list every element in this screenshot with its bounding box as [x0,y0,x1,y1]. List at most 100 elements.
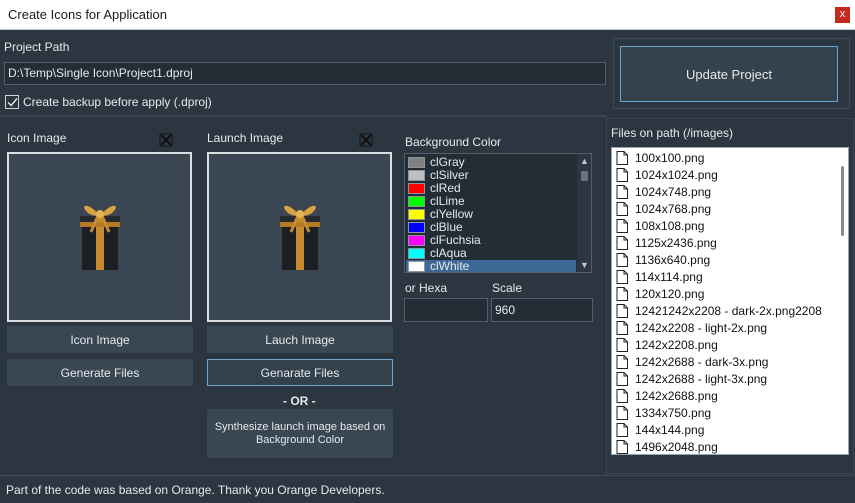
backup-checkbox[interactable] [5,95,19,109]
scale-input[interactable]: 960 [491,298,593,322]
color-swatch [408,235,425,246]
icon-image-button[interactable]: Icon Image [7,326,193,353]
files-scroll-thumb[interactable] [841,166,844,236]
color-swatch [408,196,425,207]
file-item[interactable]: 1496x2048.png [612,438,848,454]
icon-image-label: Icon Image [7,131,67,145]
file-name: 1024x1024.png [635,168,718,182]
color-swatch [408,209,425,220]
color-swatch [408,183,425,194]
hexa-input[interactable] [404,298,488,322]
document-icon [616,236,628,250]
credit-text: Part of the code was based on Orange. Th… [6,483,385,497]
file-item[interactable]: 1024x1024.png [612,166,848,183]
file-name: 1242x2688 - light-3x.png [635,372,768,386]
project-path-field[interactable]: D:\Temp\Single Icon\Project1.dproj [4,62,606,85]
color-name: clWhite [430,259,470,273]
color-swatch [408,170,425,181]
file-name: 114x114.png [635,270,703,284]
generate-icon-files-button[interactable]: Generate Files [7,359,193,386]
file-name: 1334x750.png [635,406,712,420]
files-list[interactable]: 100x100.png 1024x1024.png 1024x748.png 1024… [611,147,849,455]
file-item[interactable]: 1136x640.png [612,251,848,268]
checkmark-icon [7,98,18,107]
clear-icon-image-icon[interactable] [159,133,173,147]
launch-image-preview[interactable] [207,152,392,322]
background-color-label: Background Color [405,135,502,149]
file-name: 1136x640.png [635,253,711,267]
document-icon [616,440,628,454]
document-icon [616,287,628,301]
file-item[interactable]: 1242x2208 - light-2x.png [612,319,848,336]
file-item[interactable]: 1242x2688 - dark-3x.png [612,353,848,370]
document-icon [616,372,628,386]
document-icon [616,270,628,284]
file-name: 144x144.png [635,423,705,437]
update-project-button[interactable]: Update Project [620,46,838,102]
launch-image-button[interactable]: Lauch Image [207,326,393,353]
file-name: 100x100.png [635,151,705,165]
background-color-list[interactable]: clGray clSilver clRed clLime clYellow clBlue c… [404,153,592,273]
file-item[interactable]: 144x144.png [612,421,848,438]
file-item[interactable]: 1125x2436.png [612,234,848,251]
file-item[interactable]: 1242x2208.png [612,336,848,353]
hexa-label: or Hexa [405,281,448,295]
generate-launch-files-button[interactable]: Genarate Files [207,359,393,386]
file-name: 12421242x2208 - dark-2x.png2208 [635,304,822,318]
document-icon [616,338,628,352]
file-name: 1242x2688.png [635,389,718,403]
document-icon [616,219,628,233]
file-name: 1125x2436.png [635,236,717,250]
scale-label: Scale [492,281,523,295]
document-icon [616,304,628,318]
file-name: 1242x2208.png [635,338,718,352]
status-footer: Part of the code was based on Orange. Th… [0,475,855,503]
file-item[interactable]: 1242x2688.png [612,387,848,404]
document-icon [616,202,628,216]
files-label: Files on path (/images) [611,126,734,140]
file-item[interactable]: 1334x750.png [612,404,848,421]
clear-launch-image-icon[interactable] [359,133,373,147]
file-item[interactable]: 1242x2688 - light-3x.png [612,370,848,387]
file-item[interactable]: 108x108.png [612,217,848,234]
color-swatch [408,157,425,168]
file-name: 108x108.png [635,219,705,233]
color-swatch [408,261,425,272]
file-item[interactable]: 114x114.png [612,268,848,285]
scroll-thumb[interactable] [581,171,588,181]
or-separator: - OR - [283,394,316,408]
document-icon [616,321,628,335]
color-item-clwhite[interactable]: clWhite [406,259,576,273]
file-item[interactable]: 12421242x2208 - dark-2x.png2208 [612,302,848,319]
window-title: Create Icons for Application [8,7,167,22]
color-swatch [408,248,425,259]
document-icon [616,168,628,182]
files-scrollbar[interactable] [837,148,848,454]
file-name: 1496x2048.png [635,440,718,454]
divider [0,115,606,117]
file-name: 120x120.png [635,287,705,301]
file-name: 1242x2688 - dark-3x.png [635,355,769,369]
document-icon [616,355,628,369]
file-item[interactable]: 100x100.png [612,149,848,166]
title-bar: Create Icons for Application x [0,0,855,30]
file-item[interactable]: 120x120.png [612,285,848,302]
scroll-up-icon[interactable]: ▲ [577,154,591,168]
document-icon [616,389,628,403]
color-list-scrollbar[interactable]: ▲ ▼ [577,154,591,272]
file-item[interactable]: 1024x768.png [612,200,848,217]
backup-label: Create backup before apply (.dproj) [23,95,212,109]
launch-image-label: Launch Image [207,131,284,145]
close-button[interactable]: x [835,7,850,23]
document-icon [616,185,628,199]
file-item[interactable]: 1024x748.png [612,183,848,200]
gift-box-image [80,205,120,270]
icon-image-preview[interactable] [7,152,192,322]
file-name: 1242x2208 - light-2x.png [635,321,768,335]
project-path-label: Project Path [4,40,70,54]
synthesize-launch-image-button[interactable]: Synthesize launch image based on Backgro… [207,409,393,458]
scroll-down-icon[interactable]: ▼ [577,258,591,272]
document-icon [616,253,628,267]
window-client: Project Path D:\Temp\Single Icon\Project… [0,30,855,503]
file-name: 1024x748.png [635,185,712,199]
